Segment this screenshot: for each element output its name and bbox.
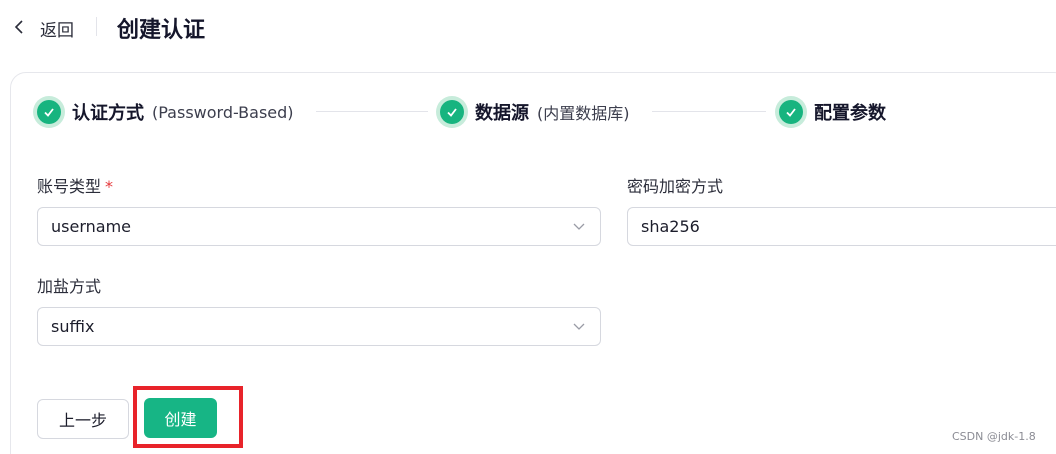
step-config-params: 配置参数 <box>775 96 886 128</box>
chevron-down-icon <box>573 223 585 230</box>
password-hash-field[interactable]: sha256 <box>627 207 1056 246</box>
account-type-label: 账号类型 * <box>37 173 113 197</box>
page-header: 返回 创建认证 <box>0 0 1056 54</box>
back-chevron-icon[interactable] <box>12 15 26 39</box>
step-title: 认证方式 <box>72 103 144 124</box>
step-connector <box>316 111 428 112</box>
highlight-annotation-box <box>133 386 243 448</box>
salt-position-select[interactable]: suffix <box>37 307 601 346</box>
step-complete-check-icon <box>775 96 807 128</box>
salt-position-label: 加盐方式 <box>37 277 102 296</box>
back-link[interactable]: 返回 <box>40 16 74 41</box>
step-connector <box>652 111 766 112</box>
account-type-select[interactable]: username <box>37 207 601 246</box>
step-complete-check-icon <box>33 96 65 128</box>
account-type-value: username <box>51 217 131 236</box>
watermark: CSDN @jdk-1.8 <box>952 430 1036 443</box>
header-divider <box>96 17 97 36</box>
step-title: 配置参数 <box>814 103 886 124</box>
salt-position-value: suffix <box>51 317 95 336</box>
password-hash-value: sha256 <box>641 217 700 236</box>
chevron-down-icon <box>573 323 585 330</box>
required-mark: * <box>105 177 114 196</box>
account-type-label-text: 账号类型 <box>37 177 102 196</box>
step-title: 数据源 <box>475 103 529 124</box>
step-complete-check-icon <box>436 96 468 128</box>
prev-step-button[interactable]: 上一步 <box>37 399 129 439</box>
step-subtitle: (内置数据库) <box>537 104 630 123</box>
page-title: 创建认证 <box>117 18 206 43</box>
step-subtitle: (Password-Based) <box>152 102 294 122</box>
step-data-source: 数据源 (内置数据库) <box>436 96 630 128</box>
step-auth-method: 认证方式 (Password-Based) <box>33 96 294 128</box>
password-hash-label: 密码加密方式 <box>627 177 724 196</box>
